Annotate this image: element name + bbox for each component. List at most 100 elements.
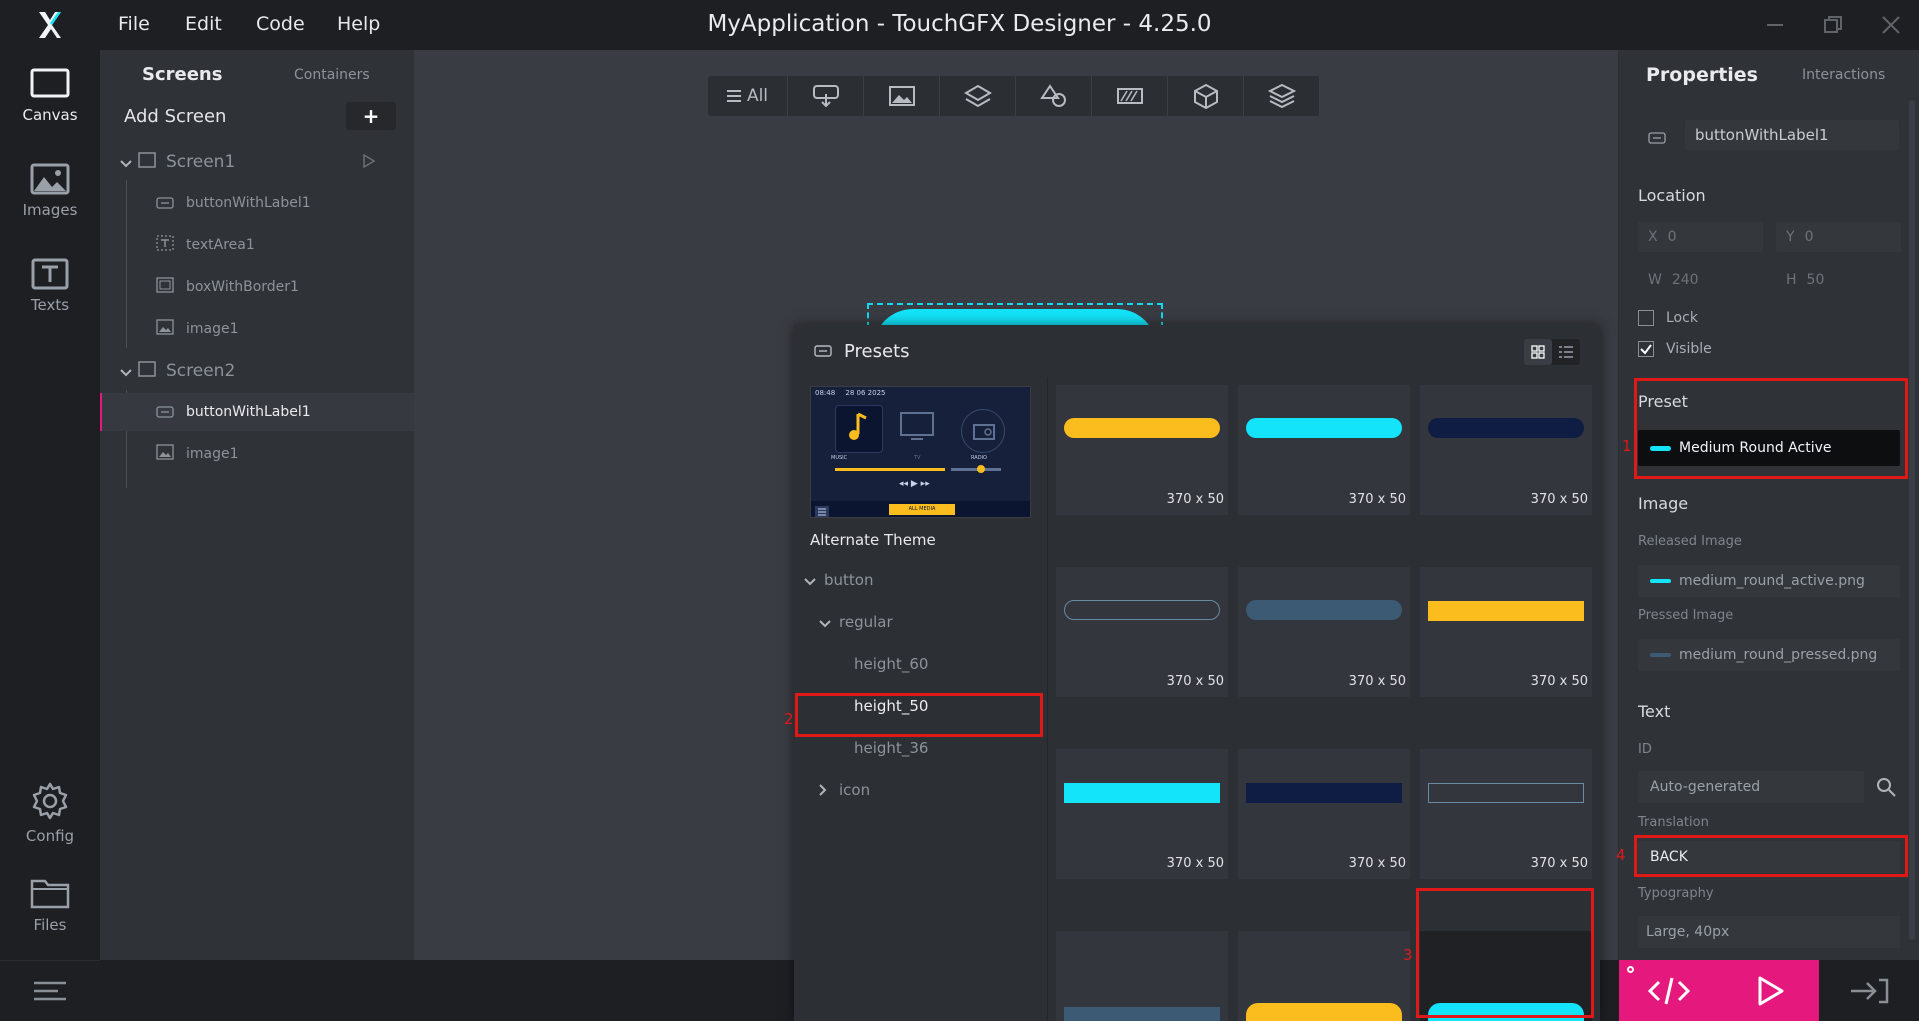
minimize-icon[interactable] bbox=[1760, 10, 1790, 40]
x-field[interactable]: X0 bbox=[1638, 222, 1763, 252]
w-value: 240 bbox=[1671, 272, 1699, 288]
run-simulator-button[interactable] bbox=[1719, 960, 1819, 1021]
lock-row[interactable]: Lock bbox=[1638, 310, 1698, 326]
image-icon bbox=[156, 319, 186, 339]
box-icon bbox=[156, 277, 186, 297]
preset-card[interactable]: 370 x 50 bbox=[1420, 749, 1592, 879]
layers-icon bbox=[963, 84, 992, 108]
tab-screens[interactable]: Screens bbox=[142, 64, 222, 85]
view-toggle bbox=[1524, 339, 1580, 365]
preset-card[interactable]: 370 x 50 bbox=[1056, 385, 1228, 515]
category-height-36[interactable]: height_36 bbox=[794, 728, 1048, 768]
released-image-field[interactable]: medium_round_active.png bbox=[1638, 565, 1900, 597]
tree-item-buttonwithlabel1[interactable]: buttonWithLabel1 bbox=[100, 184, 414, 222]
rail-images-label: Images bbox=[22, 201, 78, 219]
widget-name-field[interactable]: buttonWithLabel1 bbox=[1685, 120, 1899, 150]
preset-card[interactable] bbox=[1056, 931, 1228, 1021]
preset-card[interactable] bbox=[1238, 931, 1410, 1021]
category-height-60[interactable]: height_60 bbox=[794, 644, 1048, 684]
category-label: height_60 bbox=[854, 655, 929, 673]
preset-card[interactable]: 370 x 50 bbox=[1420, 567, 1592, 697]
search-icon[interactable] bbox=[1870, 771, 1902, 803]
theme-thumbnail[interactable]: 08:48 28 06 2025 MUSIC TV RADIO ◂◂ ▶ ▸▸ … bbox=[810, 386, 1031, 518]
menu-edit[interactable]: Edit bbox=[185, 13, 222, 35]
hamburger-menu-button[interactable] bbox=[0, 960, 100, 1021]
filter-images[interactable] bbox=[864, 76, 940, 116]
run-on-target-button[interactable] bbox=[1819, 960, 1919, 1021]
pressed-image-field[interactable]: medium_round_pressed.png bbox=[1638, 639, 1900, 671]
tree-label: image1 bbox=[186, 446, 239, 462]
preset-card[interactable]: 370 x 50 bbox=[1238, 385, 1410, 515]
menu-code[interactable]: Code bbox=[256, 13, 305, 35]
visible-checkbox[interactable] bbox=[1638, 341, 1654, 357]
monitor-icon bbox=[30, 68, 70, 98]
preset-card[interactable]: 370 x 50 bbox=[1238, 567, 1410, 697]
chevron-down-icon[interactable] bbox=[120, 362, 138, 381]
text-id-field[interactable]: Auto-generated bbox=[1638, 771, 1864, 803]
tab-properties[interactable]: Properties bbox=[1646, 64, 1758, 86]
filter-containers[interactable] bbox=[940, 76, 1016, 116]
close-icon[interactable] bbox=[1876, 10, 1906, 40]
category-icon[interactable]: icon bbox=[794, 770, 1048, 810]
preset-card[interactable]: 370 x 50 bbox=[1420, 385, 1592, 515]
y-field[interactable]: Y0 bbox=[1776, 222, 1901, 252]
preset-card[interactable]: 370 x 50 bbox=[1238, 749, 1410, 879]
chevron-down-icon[interactable] bbox=[120, 153, 138, 172]
tree-item-image1[interactable]: image1 bbox=[100, 310, 414, 348]
add-screen-label: Add Screen bbox=[124, 106, 227, 127]
tree-screen2[interactable]: Screen2 bbox=[100, 352, 414, 390]
rail-canvas[interactable]: Canvas bbox=[0, 68, 100, 148]
tab-interactions[interactable]: Interactions bbox=[1802, 67, 1885, 83]
image-icon bbox=[888, 86, 915, 106]
properties-panel: Properties Interactions buttonWithLabel1… bbox=[1619, 50, 1919, 960]
add-screen-button[interactable]: + bbox=[346, 102, 396, 130]
list-view-icon[interactable] bbox=[1552, 339, 1580, 365]
preset-card[interactable]: 370 x 50 bbox=[1056, 749, 1228, 879]
grid-view-icon[interactable] bbox=[1524, 339, 1552, 365]
maximize-icon[interactable] bbox=[1818, 10, 1848, 40]
button-icon bbox=[814, 342, 832, 361]
w-field[interactable]: W 240 bbox=[1638, 265, 1763, 295]
preset-card[interactable] bbox=[1420, 931, 1592, 1021]
category-label: height_36 bbox=[854, 739, 929, 757]
preset-card[interactable]: 370 x 50 bbox=[1056, 567, 1228, 697]
menu-file[interactable]: File bbox=[118, 13, 150, 35]
filter-all-button[interactable]: All bbox=[708, 76, 788, 116]
menu-help[interactable]: Help bbox=[337, 13, 380, 35]
touchgfx-logo-icon[interactable] bbox=[0, 0, 100, 50]
tab-containers[interactable]: Containers bbox=[294, 67, 370, 83]
tree-label: Screen1 bbox=[166, 152, 236, 172]
preset-size-label: 370 x 50 bbox=[1530, 674, 1588, 689]
rail-files[interactable]: Files bbox=[0, 876, 100, 956]
category-button[interactable]: button bbox=[794, 560, 1048, 600]
filter-progress[interactable] bbox=[1092, 76, 1168, 116]
filter-buttons[interactable] bbox=[788, 76, 864, 116]
thumb-date: 28 06 2025 bbox=[845, 389, 886, 397]
translation-field[interactable]: BACK bbox=[1638, 841, 1900, 873]
preset-field[interactable]: Medium Round Active bbox=[1638, 430, 1900, 466]
tree-item-image1[interactable]: image1 bbox=[100, 435, 414, 473]
filter-shapes[interactable] bbox=[1016, 76, 1092, 116]
tree-item-textarea1[interactable]: textArea1 bbox=[100, 226, 414, 264]
visible-row[interactable]: Visible bbox=[1638, 341, 1712, 357]
rail-texts[interactable]: Texts bbox=[0, 258, 100, 338]
rail-config[interactable]: Config bbox=[0, 781, 100, 861]
scrollbar[interactable] bbox=[1909, 90, 1917, 950]
typography-field[interactable]: Large, 40px bbox=[1638, 916, 1900, 948]
preset-preview bbox=[1246, 600, 1402, 620]
music-note-icon bbox=[849, 412, 867, 440]
filter-misc[interactable] bbox=[1244, 76, 1320, 116]
h-field[interactable]: H 50 bbox=[1776, 265, 1901, 295]
category-regular[interactable]: regular bbox=[794, 602, 1048, 642]
play-icon[interactable] bbox=[362, 153, 376, 172]
lock-checkbox[interactable] bbox=[1638, 310, 1654, 326]
generate-code-button[interactable] bbox=[1619, 960, 1719, 1021]
tree-screen1[interactable]: Screen1 bbox=[100, 143, 414, 181]
filter-3d[interactable] bbox=[1168, 76, 1244, 116]
shapes-icon bbox=[1039, 84, 1066, 107]
preset-size-label: 370 x 50 bbox=[1166, 674, 1224, 689]
rail-images[interactable]: Images bbox=[0, 163, 100, 243]
tree-item-boxwithborder1[interactable]: boxWithBorder1 bbox=[100, 268, 414, 306]
category-height-50[interactable]: height_50 bbox=[794, 686, 1048, 726]
tree-item-buttonwithlabel1-selected[interactable]: buttonWithLabel1 bbox=[100, 393, 414, 431]
